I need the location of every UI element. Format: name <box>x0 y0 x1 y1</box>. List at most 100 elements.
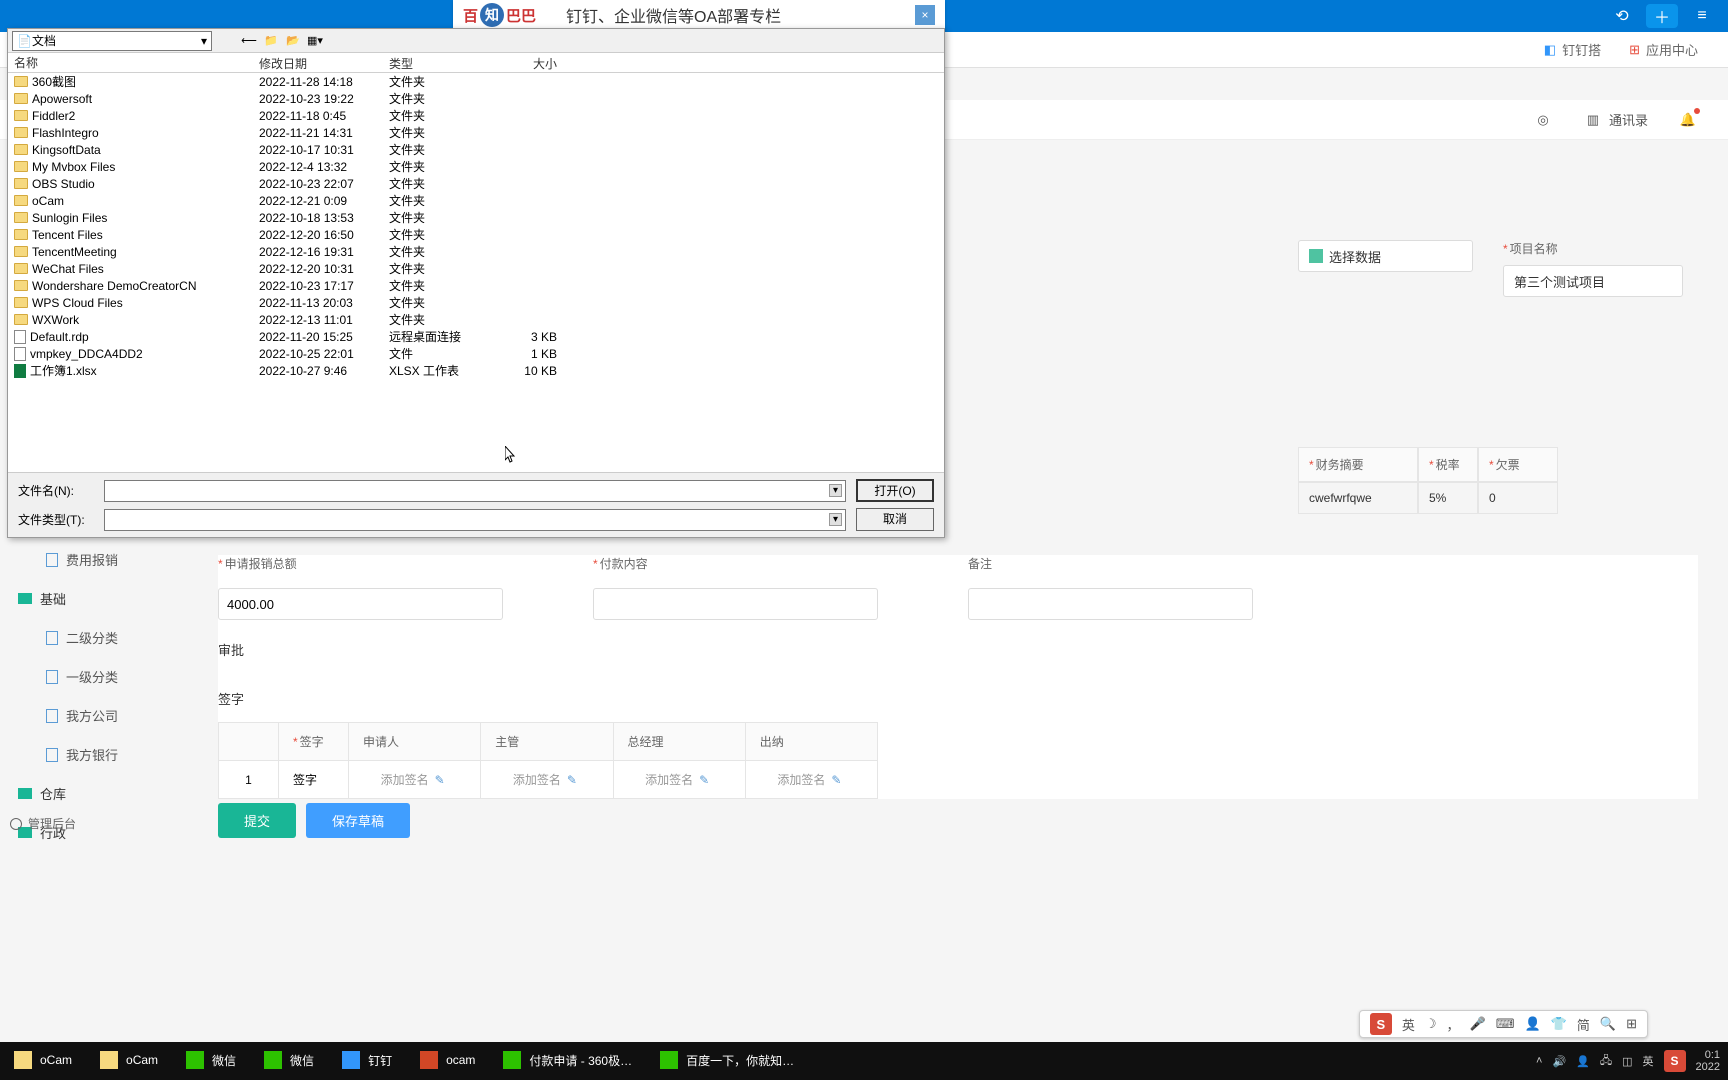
shirt-icon[interactable]: 👕 <box>1551 1016 1567 1032</box>
file-row[interactable]: WPS Cloud Files2022-11-13 20:03文件夹 <box>8 294 944 311</box>
file-row[interactable]: WXWork2022-12-13 11:01文件夹 <box>8 311 944 328</box>
filename-input[interactable] <box>104 480 846 502</box>
submit-button[interactable]: 提交 <box>218 803 296 838</box>
file-row[interactable]: Fiddler22022-11-18 0:45文件夹 <box>8 107 944 124</box>
add-sig-cashier[interactable]: 添加签名✎ <box>760 771 863 788</box>
taskbar-item[interactable]: 微信 <box>250 1042 328 1080</box>
file-row[interactable]: 360截图2022-11-28 14:18文件夹 <box>8 73 944 90</box>
tray-sogou-icon[interactable]: S <box>1664 1050 1686 1072</box>
file-icon <box>14 330 26 344</box>
system-tray[interactable]: ˄ 🔊 👤 🖧 ◫ 英 S 0:1 2022 <box>1536 1049 1728 1073</box>
owed-value[interactable]: 0 <box>1478 482 1558 514</box>
ime-mode[interactable]: 简 <box>1577 1015 1590 1034</box>
add-sig-supervisor[interactable]: 添加签名✎ <box>495 771 598 788</box>
tray-ime[interactable]: 英 <box>1643 1053 1654 1069</box>
taskbar[interactable]: oCamoCam微信微信钉钉ocam付款申请 - 360极…百度一下，你就知… … <box>0 1042 1728 1080</box>
grid-icon[interactable]: ⊞ <box>1626 1016 1637 1032</box>
taskbar-item[interactable]: 钉钉 <box>328 1042 406 1080</box>
ime-lang[interactable]: 英 <box>1402 1015 1415 1034</box>
cancel-button[interactable]: 取消 <box>856 508 934 531</box>
mic-icon[interactable]: 🎤 <box>1470 1016 1486 1032</box>
sidebar-item-our-bank[interactable]: 我方银行 <box>0 735 200 774</box>
history-button[interactable]: ⟲ <box>1606 4 1638 28</box>
file-row[interactable]: WeChat Files2022-12-20 10:31文件夹 <box>8 260 944 277</box>
file-list[interactable]: 360截图2022-11-28 14:18文件夹Apowersoft2022-1… <box>8 73 944 472</box>
add-sig-gm[interactable]: 添加签名✎ <box>628 771 731 788</box>
col-name[interactable]: 名称 <box>8 53 253 72</box>
total-input[interactable] <box>218 588 503 620</box>
finance-header-row: *财务摘要 *税率 *欠票 <box>1298 447 1698 482</box>
new-tab-button[interactable]: ＋ <box>1646 4 1678 28</box>
paycontent-input[interactable] <box>593 588 878 620</box>
taskbar-item[interactable]: oCam <box>86 1042 172 1080</box>
notification-dot <box>1694 108 1700 114</box>
sidebar-item-level2[interactable]: 二级分类 <box>0 618 200 657</box>
file-row[interactable]: OBS Studio2022-10-23 22:07文件夹 <box>8 175 944 192</box>
open-button[interactable]: 打开(O) <box>856 479 934 502</box>
taskbar-item[interactable]: 付款申请 - 360极… <box>489 1042 646 1080</box>
taskbar-item[interactable]: 百度一下，你就知… <box>646 1042 808 1080</box>
sidebar-group-warehouse[interactable]: 仓库 <box>0 774 200 813</box>
dingding-link[interactable]: ◧ 钉钉搭 <box>1544 40 1601 59</box>
fin-summary-value[interactable]: cwefwrfqwe <box>1298 482 1418 514</box>
taskbar-item[interactable]: oCam <box>0 1042 86 1080</box>
tray-person-icon[interactable]: 👤 <box>1576 1055 1590 1068</box>
data-icon <box>1309 249 1323 263</box>
new-folder-button[interactable]: 📂 <box>284 32 302 50</box>
appcenter-link[interactable]: ⊞ 应用中心 <box>1629 40 1698 59</box>
paycontent-label: *付款内容 <box>593 555 878 572</box>
tray-chevron-icon[interactable]: ˄ <box>1536 1055 1542 1067</box>
file-row[interactable]: Tencent Files2022-12-20 16:50文件夹 <box>8 226 944 243</box>
up-folder-button[interactable]: 📁 <box>262 32 280 50</box>
file-row[interactable]: vmpkey_DDCA4DD22022-10-25 22:01文件1 KB <box>8 345 944 362</box>
keyboard-icon[interactable]: ⌨ <box>1496 1016 1515 1032</box>
tray-battery-icon[interactable]: ◫ <box>1622 1055 1632 1068</box>
col-size[interactable]: 大小 <box>493 53 563 72</box>
compass-icon[interactable]: ◎ <box>1533 110 1553 130</box>
moon-icon[interactable]: ☽ <box>1425 1016 1437 1032</box>
file-row[interactable]: Wondershare DemoCreatorCN2022-10-23 17:1… <box>8 277 944 294</box>
tax-rate-value[interactable]: 5% <box>1418 482 1478 514</box>
file-row[interactable]: Sunlogin Files2022-10-18 13:53文件夹 <box>8 209 944 226</box>
view-button[interactable]: ▦▾ <box>306 32 324 50</box>
sidebar-item-our-company[interactable]: 我方公司 <box>0 696 200 735</box>
file-list-header[interactable]: 名称 修改日期 类型 大小 <box>8 53 944 73</box>
taskbar-item[interactable]: ocam <box>406 1042 489 1080</box>
filetype-dropdown[interactable] <box>104 509 846 531</box>
select-data-dropdown[interactable]: 选择数据 <box>1298 240 1473 272</box>
approval-title: 审批 <box>218 640 1698 659</box>
col-date[interactable]: 修改日期 <box>253 53 383 72</box>
back-button[interactable]: ⟵ <box>240 32 258 50</box>
management-link[interactable]: 管理后台 <box>10 815 76 832</box>
col-type[interactable]: 类型 <box>383 53 493 72</box>
search-icon[interactable]: 🔍 <box>1600 1016 1616 1032</box>
tray-date[interactable]: 2022 <box>1696 1061 1720 1073</box>
tray-time[interactable]: 0:1 <box>1696 1049 1720 1061</box>
sidebar-item-level1[interactable]: 一级分类 <box>0 657 200 696</box>
tray-speaker-icon[interactable]: 🔊 <box>1552 1055 1566 1068</box>
contacts-link[interactable]: ▥ 通讯录 <box>1583 110 1648 130</box>
sidebar-group-basic[interactable]: 基础 <box>0 579 200 618</box>
file-row[interactable]: KingsoftData2022-10-17 10:31文件夹 <box>8 141 944 158</box>
add-sig-applicant[interactable]: 添加签名✎ <box>363 771 466 788</box>
save-draft-button[interactable]: 保存草稿 <box>306 803 410 838</box>
tray-network-icon[interactable]: 🖧 <box>1600 1052 1612 1071</box>
project-name-input[interactable]: 第三个测试项目 <box>1503 265 1683 297</box>
path-dropdown[interactable]: 📄 文档 ▾ <box>12 31 212 51</box>
file-row[interactable]: Apowersoft2022-10-23 19:22文件夹 <box>8 90 944 107</box>
person-icon[interactable]: 👤 <box>1525 1016 1541 1032</box>
menu-button[interactable]: ≡ <box>1686 4 1718 28</box>
file-row[interactable]: Default.rdp2022-11-20 15:25远程桌面连接3 KB <box>8 328 944 345</box>
banner-close-button[interactable]: × <box>915 5 935 25</box>
remark-input[interactable] <box>968 588 1253 620</box>
taskbar-item[interactable]: 微信 <box>172 1042 250 1080</box>
file-row[interactable]: My Mvbox Files2022-12-4 13:32文件夹 <box>8 158 944 175</box>
file-row[interactable]: FlashIntegro2022-11-21 14:31文件夹 <box>8 124 944 141</box>
bell-icon[interactable]: 🔔 <box>1678 110 1698 130</box>
signature-row: 1 签字 添加签名✎ 添加签名✎ 添加签名✎ 添加签名✎ <box>219 761 878 799</box>
file-row[interactable]: TencentMeeting2022-12-16 19:31文件夹 <box>8 243 944 260</box>
sidebar-item-expense[interactable]: 费用报销 <box>0 540 200 579</box>
file-row[interactable]: 工作簿1.xlsx2022-10-27 9:46XLSX 工作表10 KB <box>8 362 944 379</box>
ime-toolbar[interactable]: S 英 ☽ ， 🎤 ⌨ 👤 👕 简 🔍 ⊞ <box>1359 1010 1648 1038</box>
file-row[interactable]: oCam2022-12-21 0:09文件夹 <box>8 192 944 209</box>
